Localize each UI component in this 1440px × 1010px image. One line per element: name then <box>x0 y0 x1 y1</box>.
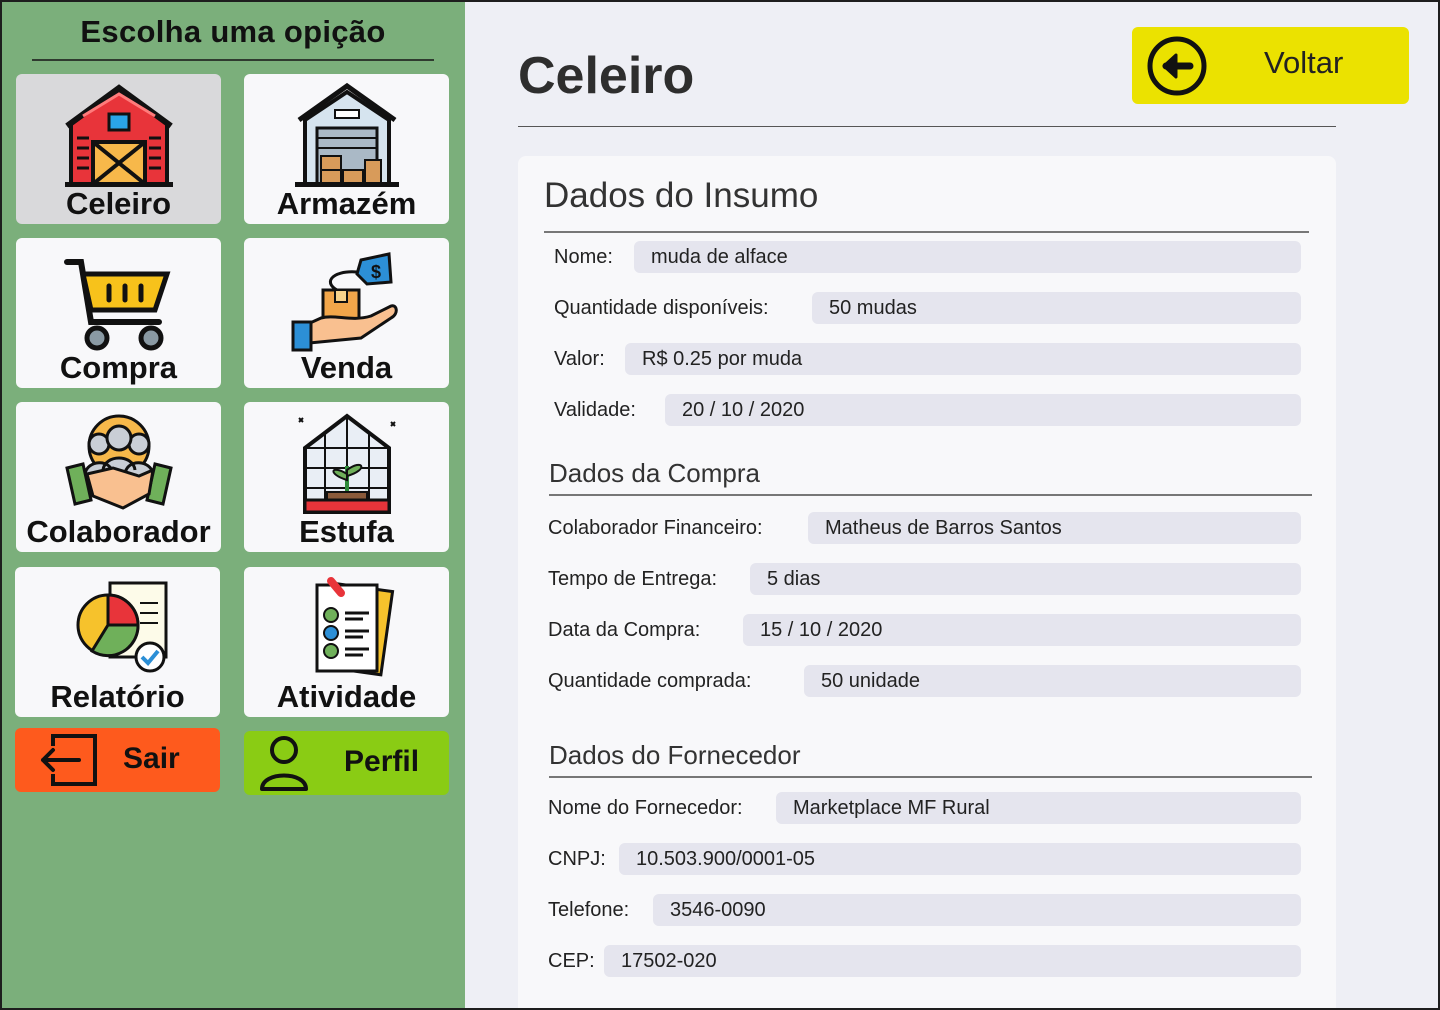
field-label: Valor: <box>554 348 605 370</box>
tile-colaborador-label: Colaborador <box>26 514 211 549</box>
tile-celeiro[interactable]: Celeiro <box>16 74 221 224</box>
title-divider <box>518 126 1336 127</box>
field-value[interactable]: 20 / 10 / 2020 <box>665 394 1301 426</box>
tile-atividade[interactable]: Atividade <box>244 567 449 717</box>
logout-icon <box>41 734 97 786</box>
field-telefone: Telefone: 3546-0090 <box>518 894 1336 927</box>
svg-text:$: $ <box>371 262 381 282</box>
field-label: CNPJ: <box>548 848 606 870</box>
field-label: Colaborador Financeiro: <box>548 517 763 539</box>
tile-estufa-label: Estufa <box>299 514 394 549</box>
shopping-cart-icon <box>63 259 170 351</box>
field-value[interactable]: 10.503.900/0001-05 <box>619 843 1301 875</box>
tile-relatorio-label: Relatório <box>50 679 185 714</box>
field-cnpj: CNPJ: 10.503.900/0001-05 <box>518 843 1336 876</box>
field-quantidade-comprada: Quantidade comprada: 50 unidade <box>518 665 1336 698</box>
sidebar-divider <box>32 59 434 61</box>
perfil-label: Perfil <box>344 745 420 778</box>
section-title-insumo: Dados do Insumo <box>544 176 819 215</box>
section-divider-compra <box>549 494 1312 496</box>
field-label: Data da Compra: <box>548 619 701 641</box>
tile-venda[interactable]: $ Venda <box>244 238 449 388</box>
checklist-icon <box>315 577 394 677</box>
app-window: Escolha uma opição Celeiro Armazém Compr… <box>0 0 1440 1010</box>
tile-compra[interactable]: Compra <box>16 238 221 388</box>
tile-colaborador[interactable]: Colaborador <box>16 402 221 552</box>
tile-venda-label: Venda <box>300 350 393 385</box>
field-value[interactable]: Matheus de Barros Santos <box>808 512 1301 544</box>
field-label: Tempo de Entrega: <box>548 568 717 590</box>
perfil-button[interactable]: Perfil <box>244 731 449 795</box>
field-quantidade-disponiveis: Quantidade disponíveis: 50 mudas <box>518 292 1336 325</box>
tile-armazem-label: Armazém <box>276 186 417 221</box>
field-value[interactable]: 50 mudas <box>812 292 1301 324</box>
field-colaborador-financeiro: Colaborador Financeiro: Matheus de Barro… <box>518 512 1336 545</box>
field-value[interactable]: 3546-0090 <box>653 894 1301 926</box>
tile-atividade-label: Atividade <box>276 679 417 714</box>
field-value[interactable]: muda de alface <box>634 241 1301 273</box>
field-label: Telefone: <box>548 899 630 921</box>
field-value[interactable]: 5 dias <box>750 563 1301 595</box>
tile-compra-label: Compra <box>59 350 178 385</box>
field-nome-fornecedor: Nome do Fornecedor: Marketplace MF Rural <box>518 792 1336 825</box>
field-label: CEP: <box>548 950 595 972</box>
tile-armazem[interactable]: Armazém <box>244 74 449 224</box>
sidebar: Escolha uma opição Celeiro Armazém Compr… <box>2 2 465 1008</box>
voltar-label: Voltar <box>1264 45 1344 80</box>
sair-label: Sair <box>123 742 180 775</box>
page-title: Celeiro <box>518 47 695 105</box>
field-cep: CEP: 17502-020 <box>518 945 1336 978</box>
field-nome: Nome: muda de alface <box>518 241 1336 274</box>
back-arrow-icon <box>1147 36 1207 96</box>
tile-celeiro-label: Celeiro <box>65 186 172 221</box>
section-divider-fornecedor <box>549 776 1312 778</box>
field-label: Quantidade disponíveis: <box>554 297 769 319</box>
warehouse-icon <box>294 82 399 187</box>
report-icon <box>76 581 167 673</box>
section-title-fornecedor: Dados do Fornecedor <box>549 740 801 770</box>
greenhouse-icon <box>297 413 396 514</box>
field-label: Nome do Fornecedor: <box>548 797 743 819</box>
field-validade: Validade: 20 / 10 / 2020 <box>518 394 1336 427</box>
sair-button[interactable]: Sair <box>15 728 220 792</box>
section-divider-insumo <box>544 231 1309 233</box>
section-title-compra: Dados da Compra <box>549 458 760 488</box>
sale-hand-icon: $ <box>291 252 398 352</box>
tile-estufa[interactable]: Estufa <box>244 402 449 552</box>
barn-icon <box>64 84 173 187</box>
field-tempo-entrega: Tempo de Entrega: 5 dias <box>518 563 1336 596</box>
details-card: Dados do Insumo Nome: muda de alface Qua… <box>518 156 1336 1008</box>
main-content: Celeiro Voltar Dados do Insumo Nome: mud… <box>465 2 1438 1008</box>
field-value[interactable]: 50 unidade <box>804 665 1301 697</box>
tile-relatorio[interactable]: Relatório <box>15 567 220 717</box>
partnership-icon <box>64 414 173 510</box>
voltar-button[interactable]: Voltar <box>1132 27 1409 104</box>
field-data-compra: Data da Compra: 15 / 10 / 2020 <box>518 614 1336 647</box>
field-value[interactable]: 17502-020 <box>604 945 1301 977</box>
user-icon <box>260 736 308 791</box>
sidebar-title: Escolha uma opição <box>80 14 386 49</box>
field-value[interactable]: Marketplace MF Rural <box>776 792 1301 824</box>
field-label: Validade: <box>554 399 636 421</box>
field-value[interactable]: R$ 0.25 por muda <box>625 343 1301 375</box>
field-label: Quantidade comprada: <box>548 670 752 692</box>
field-valor: Valor: R$ 0.25 por muda <box>518 343 1336 376</box>
field-value[interactable]: 15 / 10 / 2020 <box>743 614 1301 646</box>
field-label: Nome: <box>554 246 613 268</box>
